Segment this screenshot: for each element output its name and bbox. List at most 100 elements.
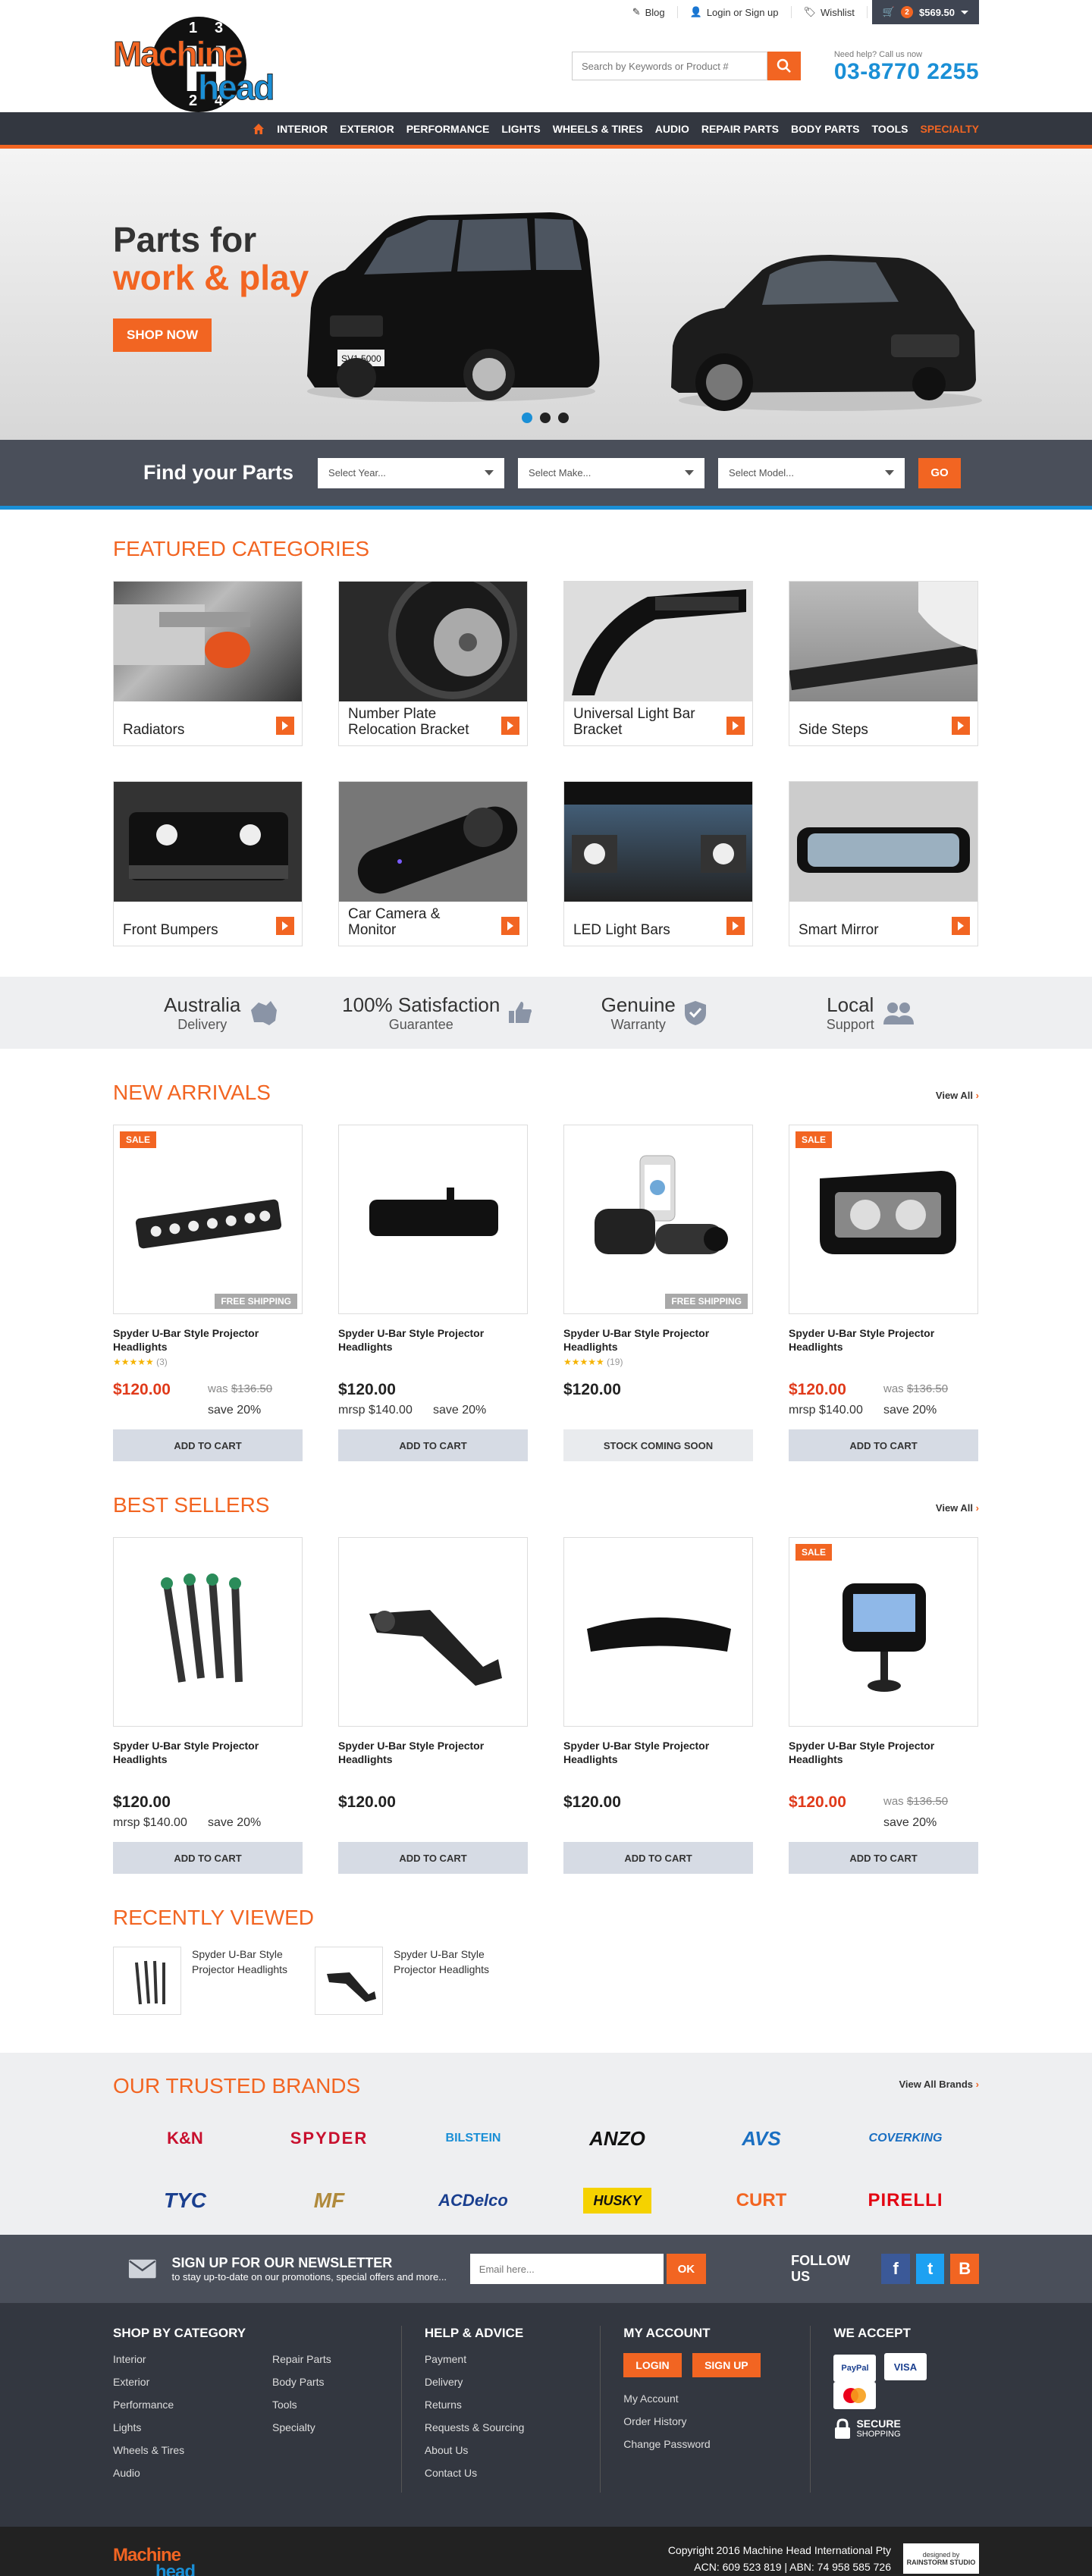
nav-exterior[interactable]: EXTERIOR bbox=[340, 123, 394, 135]
select-year[interactable]: Select Year... bbox=[318, 457, 505, 488]
brand-logo[interactable]: HUSKY bbox=[583, 2188, 651, 2214]
footer-link[interactable]: Interior bbox=[113, 2353, 272, 2365]
product-image[interactable] bbox=[113, 1537, 303, 1727]
product-name[interactable]: Spyder U-Bar Style Projector Headlights bbox=[789, 1739, 978, 1766]
product-image[interactable]: SALE bbox=[789, 1125, 978, 1314]
chevron-right-icon[interactable] bbox=[276, 717, 294, 735]
nav-repair-parts[interactable]: REPAIR PARTS bbox=[701, 123, 779, 135]
newsletter-email-input[interactable] bbox=[469, 2254, 664, 2284]
stock-coming-soon-button[interactable]: STOCK COMING SOON bbox=[563, 1429, 753, 1461]
recent-item[interactable]: Spyder U-Bar Style Projector Headlights bbox=[113, 1947, 290, 2015]
view-all-link[interactable]: View All › bbox=[936, 1090, 979, 1101]
product-image[interactable]: FREE SHIPPING bbox=[563, 1125, 753, 1314]
brand-logo[interactable]: ACDelco bbox=[401, 2177, 545, 2224]
product-image[interactable]: SALE bbox=[789, 1537, 978, 1727]
footer-link[interactable]: Contact Us bbox=[425, 2467, 577, 2479]
brand-logo[interactable]: BILSTEIN bbox=[401, 2115, 545, 2162]
product-name[interactable]: Spyder U-Bar Style Projector Headlights bbox=[789, 1326, 978, 1354]
chevron-right-icon[interactable] bbox=[726, 917, 745, 935]
footer-link[interactable]: Specialty bbox=[272, 2421, 331, 2433]
add-to-cart-button[interactable]: ADD TO CART bbox=[113, 1429, 303, 1461]
brand-logo[interactable]: K&N bbox=[113, 2115, 257, 2162]
footer-link[interactable]: Wheels & Tires bbox=[113, 2444, 272, 2456]
chevron-right-icon[interactable] bbox=[501, 717, 519, 735]
product-image[interactable] bbox=[338, 1125, 528, 1314]
footer-link[interactable]: About Us bbox=[425, 2444, 577, 2456]
product-name[interactable]: Spyder U-Bar Style Projector Headlights bbox=[113, 1739, 303, 1766]
add-to-cart-button[interactable]: ADD TO CART bbox=[789, 1842, 978, 1874]
designer-credit[interactable]: designed by RAINSTORM STUDIO bbox=[903, 2543, 979, 2574]
nav-body-parts[interactable]: BODY PARTS bbox=[791, 123, 860, 135]
footer-link[interactable]: Lights bbox=[113, 2421, 272, 2433]
footer-link[interactable]: Exterior bbox=[113, 2376, 272, 2388]
footer-link[interactable]: Performance bbox=[113, 2399, 272, 2411]
footer-link[interactable]: Tools bbox=[272, 2399, 331, 2411]
footer-link[interactable]: Body Parts bbox=[272, 2376, 331, 2388]
footer-link[interactable]: Audio bbox=[113, 2467, 272, 2479]
facebook-icon[interactable]: f bbox=[881, 2254, 910, 2284]
footer-link[interactable]: My Account bbox=[623, 2392, 787, 2405]
nav-audio[interactable]: AUDIO bbox=[655, 123, 689, 135]
nav-lights[interactable]: LIGHTS bbox=[501, 123, 540, 135]
brand-logo[interactable]: PIRELLI bbox=[833, 2177, 977, 2224]
category-card[interactable]: LED Light Bars bbox=[563, 781, 753, 946]
recent-item-name[interactable]: Spyder U-Bar Style Projector Headlights bbox=[394, 1947, 492, 2015]
product-image[interactable] bbox=[338, 1537, 528, 1727]
product-card[interactable]: SALE Spyder U-Bar Style Projector Headli… bbox=[789, 1125, 978, 1461]
shop-now-button[interactable]: SHOP NOW bbox=[113, 318, 212, 352]
category-card[interactable]: Car Camera & Monitor bbox=[338, 781, 528, 946]
nav-wheels-tires[interactable]: WHEELS & TIRES bbox=[553, 123, 643, 135]
add-to-cart-button[interactable]: ADD TO CART bbox=[789, 1429, 978, 1461]
twitter-icon[interactable]: t bbox=[915, 2254, 945, 2284]
finder-go-button[interactable]: GO bbox=[918, 457, 962, 488]
nav-performance[interactable]: PERFORMANCE bbox=[406, 123, 490, 135]
wishlist-link[interactable]: 🏷 Wishlist bbox=[792, 6, 868, 18]
home-icon[interactable] bbox=[253, 123, 265, 135]
select-make[interactable]: Select Make... bbox=[518, 457, 705, 488]
footer-logo[interactable]: Machine head bbox=[113, 2534, 219, 2576]
carousel-dot[interactable] bbox=[522, 413, 532, 423]
footer-link[interactable]: Returns bbox=[425, 2399, 577, 2411]
product-card[interactable]: SALE Spyder U-Bar Style Projector Headli… bbox=[789, 1537, 978, 1874]
newsletter-submit-button[interactable]: OK bbox=[666, 2254, 707, 2284]
recent-item-image[interactable] bbox=[113, 1947, 181, 2015]
product-name[interactable]: Spyder U-Bar Style Projector Headlights bbox=[563, 1739, 753, 1766]
footer-link[interactable]: Order History bbox=[623, 2415, 787, 2427]
add-to-cart-button[interactable]: ADD TO CART bbox=[338, 1429, 528, 1461]
category-card[interactable]: Universal Light Bar Bracket bbox=[563, 581, 753, 746]
nav-specialty[interactable]: SPECIALTY bbox=[920, 123, 979, 135]
category-card[interactable]: Front Bumpers bbox=[113, 781, 303, 946]
site-logo[interactable]: H 1 3 2 4 Machine head bbox=[112, 17, 318, 115]
product-card[interactable]: Spyder U-Bar Style Projector Headlights … bbox=[338, 1125, 528, 1461]
nav-interior[interactable]: INTERIOR bbox=[277, 123, 328, 135]
product-name[interactable]: Spyder U-Bar Style Projector Headlights bbox=[338, 1326, 528, 1354]
product-card[interactable]: FREE SHIPPING Spyder U-Bar Style Project… bbox=[563, 1125, 753, 1461]
product-card[interactable]: SALE FREE SHIPPING Spyder U-Bar Style Pr… bbox=[113, 1125, 303, 1461]
category-card[interactable]: Radiators bbox=[113, 581, 303, 746]
chevron-right-icon[interactable] bbox=[952, 917, 970, 935]
recent-item-image[interactable] bbox=[315, 1947, 383, 2015]
blogger-icon[interactable]: B bbox=[950, 2254, 980, 2284]
product-card[interactable]: Spyder U-Bar Style Projector Headlights … bbox=[338, 1537, 528, 1874]
category-card[interactable]: Smart Mirror bbox=[789, 781, 978, 946]
footer-signup-button[interactable]: SIGN UP bbox=[692, 2353, 761, 2377]
brand-logo[interactable]: ANZO bbox=[545, 2115, 689, 2162]
category-card[interactable]: Number Plate Relocation Bracket bbox=[338, 581, 528, 746]
footer-login-button[interactable]: LOGIN bbox=[623, 2353, 682, 2377]
product-name[interactable]: Spyder U-Bar Style Projector Headlights bbox=[338, 1739, 528, 1766]
chevron-right-icon[interactable] bbox=[501, 917, 519, 935]
recent-item[interactable]: Spyder U-Bar Style Projector Headlights bbox=[315, 1947, 492, 2015]
carousel-dot[interactable] bbox=[558, 413, 569, 423]
add-to-cart-button[interactable]: ADD TO CART bbox=[113, 1842, 303, 1874]
blog-link[interactable]: ✎ Blog bbox=[620, 6, 678, 18]
product-card[interactable]: Spyder U-Bar Style Projector Headlights … bbox=[563, 1537, 753, 1874]
product-card[interactable]: Spyder U-Bar Style Projector Headlights … bbox=[113, 1537, 303, 1874]
product-name[interactable]: Spyder U-Bar Style Projector Headlights bbox=[563, 1326, 753, 1354]
footer-link[interactable]: Repair Parts bbox=[272, 2353, 331, 2365]
brand-logo[interactable]: AVS bbox=[689, 2115, 833, 2162]
product-image[interactable]: SALE FREE SHIPPING bbox=[113, 1125, 303, 1314]
brand-logo[interactable]: CURT bbox=[689, 2177, 833, 2224]
brand-logo[interactable]: MF bbox=[257, 2177, 401, 2224]
recent-item-name[interactable]: Spyder U-Bar Style Projector Headlights bbox=[192, 1947, 290, 2015]
product-name[interactable]: Spyder U-Bar Style Projector Headlights bbox=[113, 1326, 303, 1354]
